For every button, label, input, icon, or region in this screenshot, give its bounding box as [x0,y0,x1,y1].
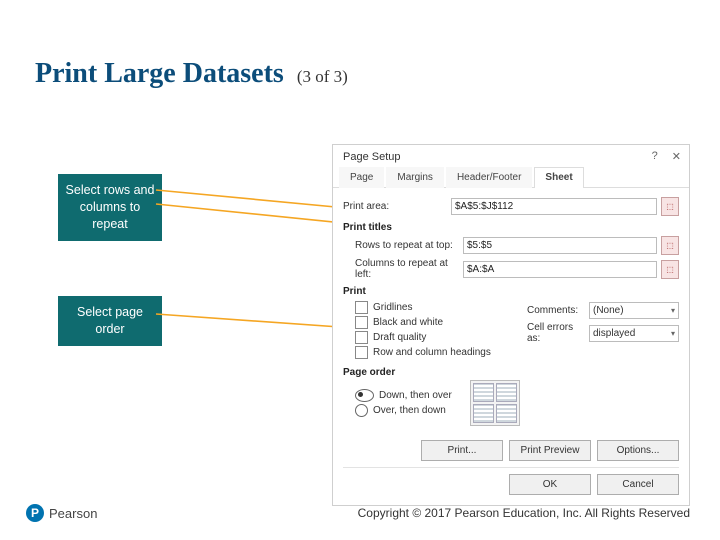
pearson-logo-icon: P [26,504,44,522]
draft-checkbox[interactable] [355,331,368,344]
cols-repeat-ref-button[interactable]: ⬚ [661,260,679,279]
comments-select[interactable]: (None) ▾ [589,302,679,319]
rowcolhead-label: Row and column headings [373,347,491,358]
rowcolhead-checkbox[interactable] [355,346,368,359]
close-icon[interactable]: ✕ [672,150,681,163]
callout-rows-cols: Select rows and columns to repeat [58,174,162,241]
tab-headerfooter[interactable]: Header/Footer [446,167,532,188]
slide-footer: P Pearson Copyright © 2017 Pearson Educa… [0,504,720,522]
pearson-brand: P Pearson [26,504,97,522]
chevron-down-icon: ▾ [671,326,675,341]
rows-repeat-ref-button[interactable]: ⬚ [661,236,679,255]
print-area-input[interactable]: $A$5:$J$112 [451,198,657,215]
print-titles-head: Print titles [343,222,679,233]
copyright-text: Copyright © 2017 Pearson Education, Inc.… [358,506,690,520]
down-then-over-radio[interactable] [355,389,374,402]
chevron-down-icon: ▾ [671,303,675,318]
tab-sheet[interactable]: Sheet [534,167,583,188]
gridlines-checkbox[interactable] [355,301,368,314]
cellerrors-label: Cell errors as: [527,322,589,344]
callout-page-order: Select page order [58,296,162,346]
comments-value: (None) [593,303,624,318]
comments-label: Comments: [527,305,589,316]
tab-page[interactable]: Page [339,167,384,188]
callout-rows-cols-text: Select rows and columns to repeat [66,183,155,231]
cellerrors-select[interactable]: displayed ▾ [589,325,679,342]
callout-page-order-text: Select page order [77,305,143,336]
bw-checkbox[interactable] [355,316,368,329]
print-area-ref-button[interactable]: ⬚ [661,197,679,216]
down-then-over-label: Down, then over [379,390,452,401]
page-order-head: Page order [343,367,679,378]
print-area-label: Print area: [343,201,451,212]
tab-margins[interactable]: Margins [386,167,444,188]
options-button[interactable]: Options... [597,440,679,461]
page-setup-dialog: Page Setup ? ✕ Page Margins Header/Foote… [332,144,690,506]
print-section-head: Print [343,286,679,297]
cols-repeat-label: Columns to repeat at left: [355,258,463,280]
slide-title: Print Large Datasets (3 of 3) [35,58,348,90]
ok-button[interactable]: OK [509,474,591,495]
dialog-tabs: Page Margins Header/Footer Sheet [333,166,689,188]
title-main: Print Large Datasets [35,58,284,89]
cols-repeat-input[interactable]: $A:$A [463,261,657,278]
over-then-down-radio[interactable] [355,404,368,417]
draft-label: Draft quality [373,332,426,343]
cancel-button[interactable]: Cancel [597,474,679,495]
gridlines-label: Gridlines [373,302,412,313]
over-then-down-label: Over, then down [373,405,446,416]
rows-repeat-input[interactable]: $5:$5 [463,237,657,254]
cellerrors-value: displayed [593,326,635,341]
page-order-icon [470,380,520,426]
help-icon[interactable]: ? [652,150,658,163]
print-preview-button[interactable]: Print Preview [509,440,591,461]
print-button[interactable]: Print... [421,440,503,461]
pearson-brand-text: Pearson [49,506,97,521]
dialog-titlebar: Page Setup ? ✕ [333,145,689,166]
rows-repeat-label: Rows to repeat at top: [355,240,463,251]
bw-label: Black and white [373,317,443,328]
title-counter: (3 of 3) [297,67,348,86]
dialog-title: Page Setup [343,151,401,163]
